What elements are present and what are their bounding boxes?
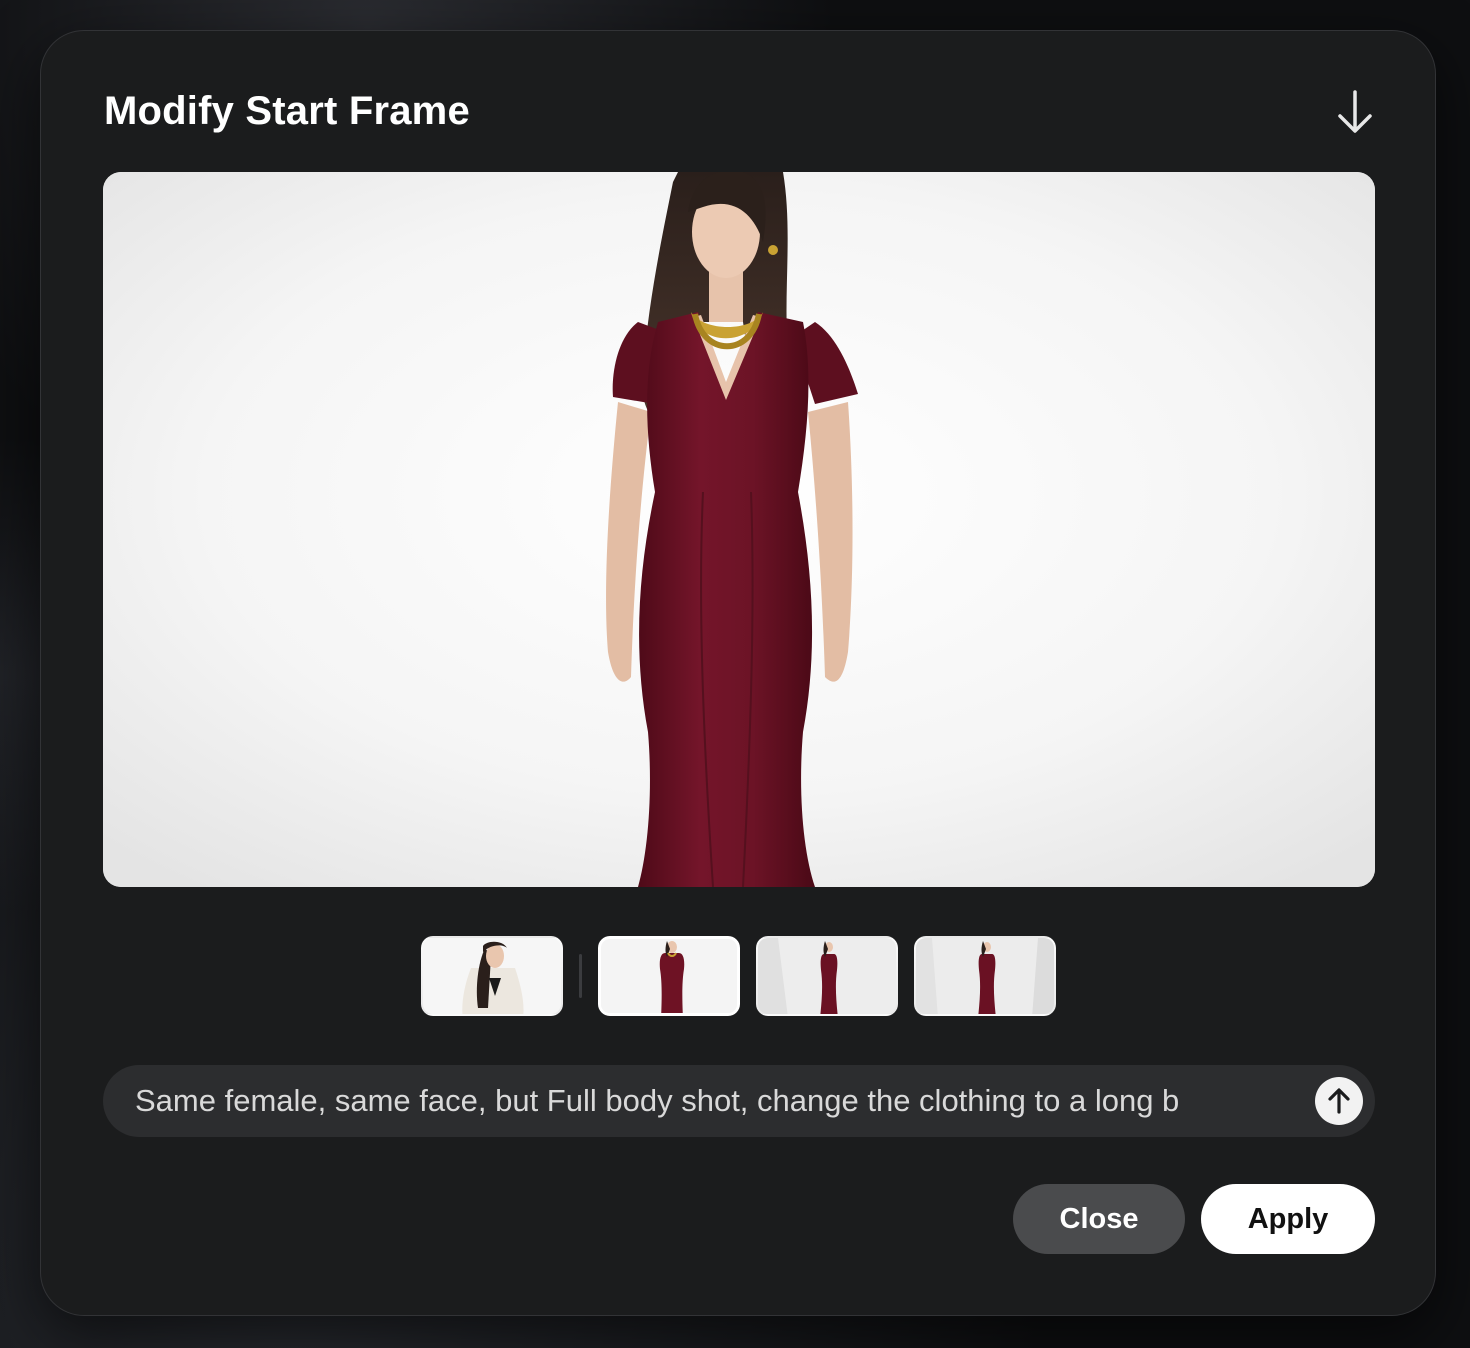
thumbnail-separator	[579, 954, 582, 998]
dialog-title: Modify Start Frame	[104, 89, 470, 133]
thumbnail-1[interactable]	[421, 936, 563, 1016]
arrow-down-icon	[1338, 90, 1372, 133]
thumbnail-4[interactable]	[914, 936, 1056, 1016]
thumbnail-image-coat	[423, 938, 561, 1014]
prompt-input[interactable]	[135, 1065, 1275, 1137]
thumbnail-image-dress-full	[758, 938, 896, 1014]
thumbnail-2[interactable]	[598, 936, 740, 1016]
arrow-up-icon	[1328, 1088, 1350, 1114]
prompt-bar	[103, 1065, 1375, 1137]
start-frame-preview	[103, 172, 1375, 887]
thumbnail-image-dress-wide	[916, 938, 1054, 1014]
close-button[interactable]: Close	[1013, 1184, 1185, 1254]
apply-button[interactable]: Apply	[1201, 1184, 1375, 1254]
send-button[interactable]	[1315, 1077, 1363, 1125]
thumbnail-image-dress-close	[601, 939, 737, 1013]
download-button[interactable]	[1333, 87, 1377, 137]
thumbnail-3[interactable]	[756, 936, 898, 1016]
variation-thumbnails	[421, 936, 1056, 1016]
woman-in-dress-image	[103, 172, 1375, 887]
modify-start-frame-dialog: Modify Start Frame Same female, same fac…	[40, 30, 1436, 1316]
